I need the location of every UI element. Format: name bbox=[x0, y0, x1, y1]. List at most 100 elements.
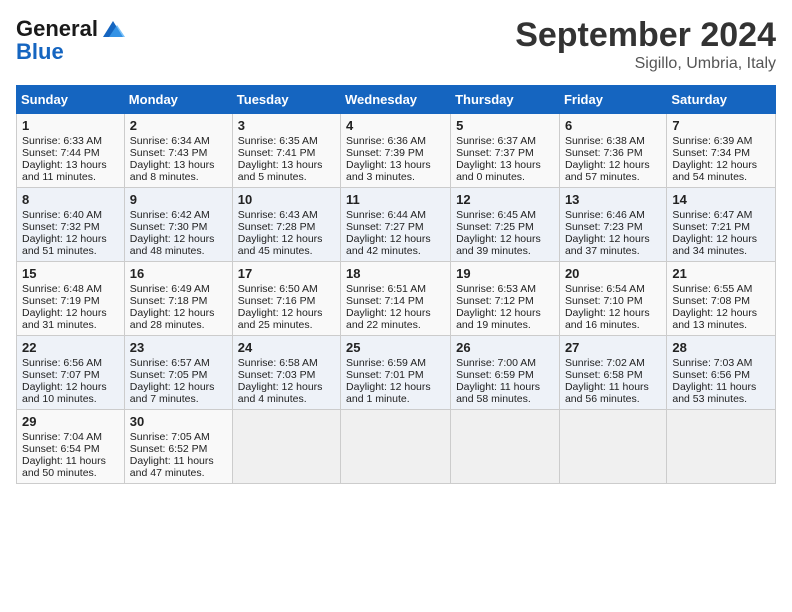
sunrise-text: Sunrise: 7:02 AM bbox=[565, 357, 661, 369]
sunset-text: Sunset: 6:52 PM bbox=[130, 443, 227, 455]
daylight-text: Daylight: 12 hours and 4 minutes. bbox=[238, 381, 335, 405]
calendar-cell: 12Sunrise: 6:45 AMSunset: 7:25 PMDayligh… bbox=[451, 188, 560, 262]
sunset-text: Sunset: 7:36 PM bbox=[565, 147, 661, 159]
sunrise-text: Sunrise: 6:47 AM bbox=[672, 209, 770, 221]
calendar-cell: 28Sunrise: 7:03 AMSunset: 6:56 PMDayligh… bbox=[667, 336, 776, 410]
day-number: 14 bbox=[672, 192, 770, 207]
calendar-cell: 21Sunrise: 6:55 AMSunset: 7:08 PMDayligh… bbox=[667, 262, 776, 336]
calendar-cell: 30Sunrise: 7:05 AMSunset: 6:52 PMDayligh… bbox=[124, 410, 232, 484]
daylight-text: Daylight: 11 hours and 50 minutes. bbox=[22, 455, 119, 479]
sunset-text: Sunset: 7:08 PM bbox=[672, 295, 770, 307]
sunset-text: Sunset: 7:10 PM bbox=[565, 295, 661, 307]
sunrise-text: Sunrise: 7:00 AM bbox=[456, 357, 554, 369]
daylight-text: Daylight: 11 hours and 58 minutes. bbox=[456, 381, 554, 405]
sunrise-text: Sunrise: 6:42 AM bbox=[130, 209, 227, 221]
sunrise-text: Sunrise: 6:38 AM bbox=[565, 135, 661, 147]
calendar-week-row: 29Sunrise: 7:04 AMSunset: 6:54 PMDayligh… bbox=[17, 410, 776, 484]
page-header: General Blue September 2024 Sigillo, Umb… bbox=[16, 16, 776, 73]
location: Sigillo, Umbria, Italy bbox=[515, 55, 776, 73]
sunset-text: Sunset: 7:43 PM bbox=[130, 147, 227, 159]
logo: General Blue bbox=[16, 16, 128, 63]
sunrise-text: Sunrise: 6:46 AM bbox=[565, 209, 661, 221]
daylight-text: Daylight: 12 hours and 31 minutes. bbox=[22, 307, 119, 331]
calendar-cell: 7Sunrise: 6:39 AMSunset: 7:34 PMDaylight… bbox=[667, 114, 776, 188]
day-number: 15 bbox=[22, 266, 119, 281]
daylight-text: Daylight: 12 hours and 28 minutes. bbox=[130, 307, 227, 331]
daylight-text: Daylight: 12 hours and 51 minutes. bbox=[22, 233, 119, 257]
calendar-cell: 10Sunrise: 6:43 AMSunset: 7:28 PMDayligh… bbox=[232, 188, 340, 262]
day-number: 5 bbox=[456, 118, 554, 133]
day-number: 16 bbox=[130, 266, 227, 281]
day-number: 21 bbox=[672, 266, 770, 281]
sunrise-text: Sunrise: 6:51 AM bbox=[346, 283, 445, 295]
calendar-cell: 6 Sunrise: 6:38 AMSunset: 7:36 PMDaylight… bbox=[559, 114, 666, 188]
sunrise-text: Sunrise: 6:48 AM bbox=[22, 283, 119, 295]
daylight-text: Daylight: 12 hours and 10 minutes. bbox=[22, 381, 119, 405]
sunrise-text: Sunrise: 6:34 AM bbox=[130, 135, 227, 147]
sunset-text: Sunset: 7:37 PM bbox=[456, 147, 554, 159]
day-number: 6 bbox=[565, 118, 661, 133]
calendar-cell: 26 Sunrise: 7:00 AMSunset: 6:59 PMDayligh… bbox=[451, 336, 560, 410]
day-number: 24 bbox=[238, 340, 335, 355]
calendar-cell: 13Sunrise: 6:46 AMSunset: 7:23 PMDayligh… bbox=[559, 188, 666, 262]
calendar-cell: 27Sunrise: 7:02 AMSunset: 6:58 PMDayligh… bbox=[559, 336, 666, 410]
calendar-cell: 22Sunrise: 6:56 AMSunset: 7:07 PMDayligh… bbox=[17, 336, 125, 410]
calendar-cell: 8Sunrise: 6:40 AMSunset: 7:32 PMDaylight… bbox=[17, 188, 125, 262]
sunset-text: Sunset: 7:18 PM bbox=[130, 295, 227, 307]
day-number: 19 bbox=[456, 266, 554, 281]
sunrise-text: Sunrise: 6:43 AM bbox=[238, 209, 335, 221]
calendar-cell: 16Sunrise: 6:49 AMSunset: 7:18 PMDayligh… bbox=[124, 262, 232, 336]
daylight-text: Daylight: 13 hours and 11 minutes. bbox=[22, 159, 119, 183]
sunrise-text: Sunrise: 6:55 AM bbox=[672, 283, 770, 295]
calendar-cell: 18Sunrise: 6:51 AMSunset: 7:14 PMDayligh… bbox=[341, 262, 451, 336]
day-number: 10 bbox=[238, 192, 335, 207]
daylight-text: Daylight: 11 hours and 47 minutes. bbox=[130, 455, 227, 479]
daylight-text: Daylight: 13 hours and 0 minutes. bbox=[456, 159, 554, 183]
day-number: 11 bbox=[346, 192, 445, 207]
weekday-header: Thursday bbox=[451, 86, 560, 114]
daylight-text: Daylight: 12 hours and 34 minutes. bbox=[672, 233, 770, 257]
calendar-cell: 3Sunrise: 6:35 AMSunset: 7:41 PMDaylight… bbox=[232, 114, 340, 188]
sunset-text: Sunset: 6:59 PM bbox=[456, 369, 554, 381]
sunset-text: Sunset: 7:16 PM bbox=[238, 295, 335, 307]
sunset-text: Sunset: 6:54 PM bbox=[22, 443, 119, 455]
calendar-week-row: 15Sunrise: 6:48 AMSunset: 7:19 PMDayligh… bbox=[17, 262, 776, 336]
calendar-cell: 23Sunrise: 6:57 AMSunset: 7:05 PMDayligh… bbox=[124, 336, 232, 410]
day-number: 22 bbox=[22, 340, 119, 355]
sunset-text: Sunset: 7:01 PM bbox=[346, 369, 445, 381]
day-number: 30 bbox=[130, 414, 227, 429]
calendar-week-row: 8Sunrise: 6:40 AMSunset: 7:32 PMDaylight… bbox=[17, 188, 776, 262]
sunset-text: Sunset: 7:25 PM bbox=[456, 221, 554, 233]
sunrise-text: Sunrise: 6:40 AM bbox=[22, 209, 119, 221]
sunset-text: Sunset: 6:58 PM bbox=[565, 369, 661, 381]
calendar-cell: 20Sunrise: 6:54 AMSunset: 7:10 PMDayligh… bbox=[559, 262, 666, 336]
sunrise-text: Sunrise: 6:50 AM bbox=[238, 283, 335, 295]
daylight-text: Daylight: 12 hours and 39 minutes. bbox=[456, 233, 554, 257]
day-number: 18 bbox=[346, 266, 445, 281]
day-number: 4 bbox=[346, 118, 445, 133]
daylight-text: Daylight: 12 hours and 57 minutes. bbox=[565, 159, 661, 183]
daylight-text: Daylight: 13 hours and 8 minutes. bbox=[130, 159, 227, 183]
day-number: 28 bbox=[672, 340, 770, 355]
sunset-text: Sunset: 7:34 PM bbox=[672, 147, 770, 159]
day-number: 23 bbox=[130, 340, 227, 355]
day-number: 26 bbox=[456, 340, 554, 355]
calendar-cell bbox=[341, 410, 451, 484]
sunrise-text: Sunrise: 6:59 AM bbox=[346, 357, 445, 369]
sunrise-text: Sunrise: 6:35 AM bbox=[238, 135, 335, 147]
calendar-week-row: 22Sunrise: 6:56 AMSunset: 7:07 PMDayligh… bbox=[17, 336, 776, 410]
calendar-cell bbox=[667, 410, 776, 484]
day-number: 8 bbox=[22, 192, 119, 207]
calendar-cell: 2Sunrise: 6:34 AMSunset: 7:43 PMDaylight… bbox=[124, 114, 232, 188]
sunrise-text: Sunrise: 6:45 AM bbox=[456, 209, 554, 221]
sunrise-text: Sunrise: 6:53 AM bbox=[456, 283, 554, 295]
month-title: September 2024 bbox=[515, 16, 776, 55]
calendar-cell: 24Sunrise: 6:58 AMSunset: 7:03 PMDayligh… bbox=[232, 336, 340, 410]
calendar-cell: 5Sunrise: 6:37 AMSunset: 7:37 PMDaylight… bbox=[451, 114, 560, 188]
sunset-text: Sunset: 7:30 PM bbox=[130, 221, 227, 233]
weekday-header: Saturday bbox=[667, 86, 776, 114]
sunrise-text: Sunrise: 6:54 AM bbox=[565, 283, 661, 295]
daylight-text: Daylight: 12 hours and 7 minutes. bbox=[130, 381, 227, 405]
calendar-cell: 29Sunrise: 7:04 AMSunset: 6:54 PMDayligh… bbox=[17, 410, 125, 484]
day-number: 3 bbox=[238, 118, 335, 133]
